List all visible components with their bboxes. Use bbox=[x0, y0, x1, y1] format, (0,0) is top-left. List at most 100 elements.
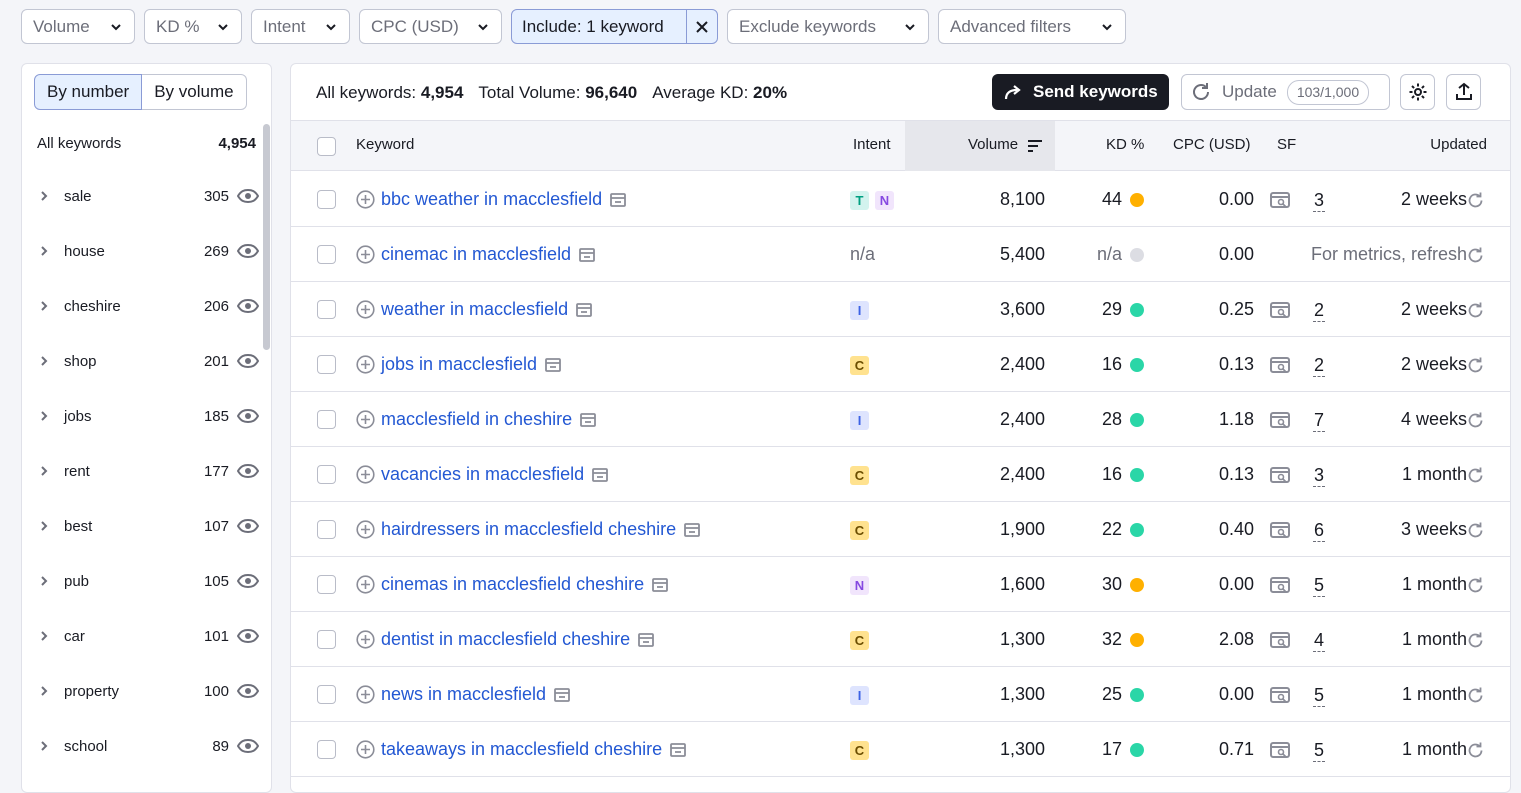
intent-badge[interactable]: N bbox=[875, 191, 894, 210]
serp-preview-icon[interactable] bbox=[592, 467, 608, 482]
kd-filter[interactable]: KD % bbox=[144, 9, 242, 44]
eye-icon[interactable] bbox=[237, 464, 259, 478]
group-item-property[interactable]: property 100 bbox=[37, 679, 259, 703]
serp-features-count[interactable]: 6 bbox=[1313, 519, 1325, 542]
chevron-right-icon[interactable] bbox=[37, 574, 51, 588]
keyword-link[interactable]: jobs in macclesfield bbox=[381, 354, 537, 375]
chevron-right-icon[interactable] bbox=[37, 739, 51, 753]
eye-icon[interactable] bbox=[237, 519, 259, 533]
serp-preview-icon[interactable] bbox=[576, 302, 592, 317]
group-item-cheshire[interactable]: cheshire 206 bbox=[37, 294, 259, 318]
serp-features-icon[interactable] bbox=[1270, 632, 1290, 648]
row-checkbox[interactable] bbox=[317, 740, 336, 759]
serp-features-icon[interactable] bbox=[1270, 467, 1290, 483]
intent-badge[interactable]: C bbox=[850, 356, 869, 375]
serp-features-icon[interactable] bbox=[1270, 522, 1290, 538]
row-checkbox[interactable] bbox=[317, 245, 336, 264]
eye-icon[interactable] bbox=[237, 409, 259, 423]
serp-preview-icon[interactable] bbox=[670, 742, 687, 757]
keyword-link[interactable]: macclesfield in cheshire bbox=[381, 409, 572, 430]
intent-filter[interactable]: Intent bbox=[251, 9, 350, 44]
eye-icon[interactable] bbox=[237, 354, 259, 368]
select-all-checkbox[interactable] bbox=[317, 137, 336, 156]
groups-scrollbar[interactable] bbox=[263, 124, 270, 350]
keyword-link[interactable]: cinemas in macclesfield cheshire bbox=[381, 574, 644, 595]
keyword-link[interactable]: news in macclesfield bbox=[381, 684, 546, 705]
keyword-link[interactable]: bbc weather in macclesfield bbox=[381, 189, 602, 210]
header-cpc[interactable]: CPC (USD) bbox=[1173, 136, 1251, 153]
serp-preview-icon[interactable] bbox=[579, 247, 595, 262]
intent-badge[interactable]: C bbox=[850, 521, 869, 540]
group-item-house[interactable]: house 269 bbox=[37, 239, 259, 263]
chevron-right-icon[interactable] bbox=[37, 189, 51, 203]
settings-button[interactable] bbox=[1400, 74, 1435, 110]
keyword-link[interactable]: vacancies in macclesfield bbox=[381, 464, 584, 485]
serp-preview-icon[interactable] bbox=[545, 357, 561, 372]
refresh-icon[interactable] bbox=[1466, 466, 1485, 485]
add-to-list-icon[interactable] bbox=[356, 190, 375, 209]
keyword-link[interactable]: takeaways in macclesfield cheshire bbox=[381, 739, 662, 760]
cpc-filter[interactable]: CPC (USD) bbox=[359, 9, 502, 44]
eye-icon[interactable] bbox=[237, 684, 259, 698]
sort-descending-icon[interactable] bbox=[1027, 139, 1043, 153]
serp-features-icon[interactable] bbox=[1270, 577, 1290, 593]
intent-badge[interactable]: N bbox=[850, 576, 869, 595]
row-checkbox[interactable] bbox=[317, 300, 336, 319]
refresh-icon[interactable] bbox=[1466, 631, 1485, 650]
chevron-right-icon[interactable] bbox=[37, 464, 51, 478]
serp-features-icon[interactable] bbox=[1270, 357, 1290, 373]
serp-features-count[interactable]: 5 bbox=[1313, 739, 1325, 762]
include-filter-label[interactable]: Include: 1 keyword bbox=[512, 10, 674, 43]
add-to-list-icon[interactable] bbox=[356, 575, 375, 594]
add-to-list-icon[interactable] bbox=[356, 685, 375, 704]
group-item-best[interactable]: best 107 bbox=[37, 514, 259, 538]
intent-badge[interactable]: I bbox=[850, 301, 869, 320]
header-kd[interactable]: KD % bbox=[1106, 136, 1144, 153]
serp-features-count[interactable]: 2 bbox=[1313, 354, 1325, 377]
keyword-link[interactable]: hairdressers in macclesfield cheshire bbox=[381, 519, 676, 540]
row-checkbox[interactable] bbox=[317, 465, 336, 484]
header-volume[interactable]: Volume bbox=[968, 136, 1018, 153]
serp-features-count[interactable]: 3 bbox=[1313, 189, 1325, 212]
row-checkbox[interactable] bbox=[317, 355, 336, 374]
row-checkbox[interactable] bbox=[317, 190, 336, 209]
add-to-list-icon[interactable] bbox=[356, 465, 375, 484]
keyword-link[interactable]: weather in macclesfield bbox=[381, 299, 568, 320]
refresh-icon[interactable] bbox=[1466, 521, 1485, 540]
all-keywords-group[interactable]: All keywords 4,954 bbox=[37, 135, 256, 152]
by-number-tab[interactable]: By number bbox=[34, 74, 143, 110]
row-checkbox[interactable] bbox=[317, 520, 336, 539]
serp-features-count[interactable]: 3 bbox=[1313, 464, 1325, 487]
row-checkbox[interactable] bbox=[317, 630, 336, 649]
serp-features-icon[interactable] bbox=[1270, 412, 1290, 428]
serp-features-count[interactable]: 5 bbox=[1313, 684, 1325, 707]
advanced-filters[interactable]: Advanced filters bbox=[938, 9, 1126, 44]
add-to-list-icon[interactable] bbox=[356, 410, 375, 429]
chevron-right-icon[interactable] bbox=[37, 244, 51, 258]
header-intent[interactable]: Intent bbox=[853, 136, 891, 153]
eye-icon[interactable] bbox=[237, 629, 259, 643]
refresh-icon[interactable] bbox=[1466, 411, 1485, 430]
chevron-right-icon[interactable] bbox=[37, 519, 51, 533]
chevron-right-icon[interactable] bbox=[37, 299, 51, 313]
add-to-list-icon[interactable] bbox=[356, 245, 375, 264]
send-keywords-button[interactable]: Send keywords bbox=[992, 74, 1169, 110]
serp-preview-icon[interactable] bbox=[580, 412, 596, 427]
row-checkbox[interactable] bbox=[317, 410, 336, 429]
keyword-link[interactable]: dentist in macclesfield cheshire bbox=[381, 629, 630, 650]
serp-preview-icon[interactable] bbox=[684, 522, 701, 537]
group-item-shop[interactable]: shop 201 bbox=[37, 349, 259, 373]
serp-preview-icon[interactable] bbox=[610, 192, 627, 207]
add-to-list-icon[interactable] bbox=[356, 630, 375, 649]
exclude-keywords-filter[interactable]: Exclude keywords bbox=[727, 9, 929, 44]
header-updated[interactable]: Updated bbox=[1430, 136, 1487, 153]
serp-features-icon[interactable] bbox=[1270, 192, 1290, 208]
serp-features-count[interactable]: 7 bbox=[1313, 409, 1325, 432]
intent-badge[interactable]: T bbox=[850, 191, 869, 210]
serp-features-icon[interactable] bbox=[1270, 742, 1290, 758]
add-to-list-icon[interactable] bbox=[356, 300, 375, 319]
by-volume-tab[interactable]: By volume bbox=[142, 74, 247, 110]
refresh-icon[interactable] bbox=[1466, 301, 1485, 320]
group-item-rent[interactable]: rent 177 bbox=[37, 459, 259, 483]
serp-features-count[interactable]: 4 bbox=[1313, 629, 1325, 652]
